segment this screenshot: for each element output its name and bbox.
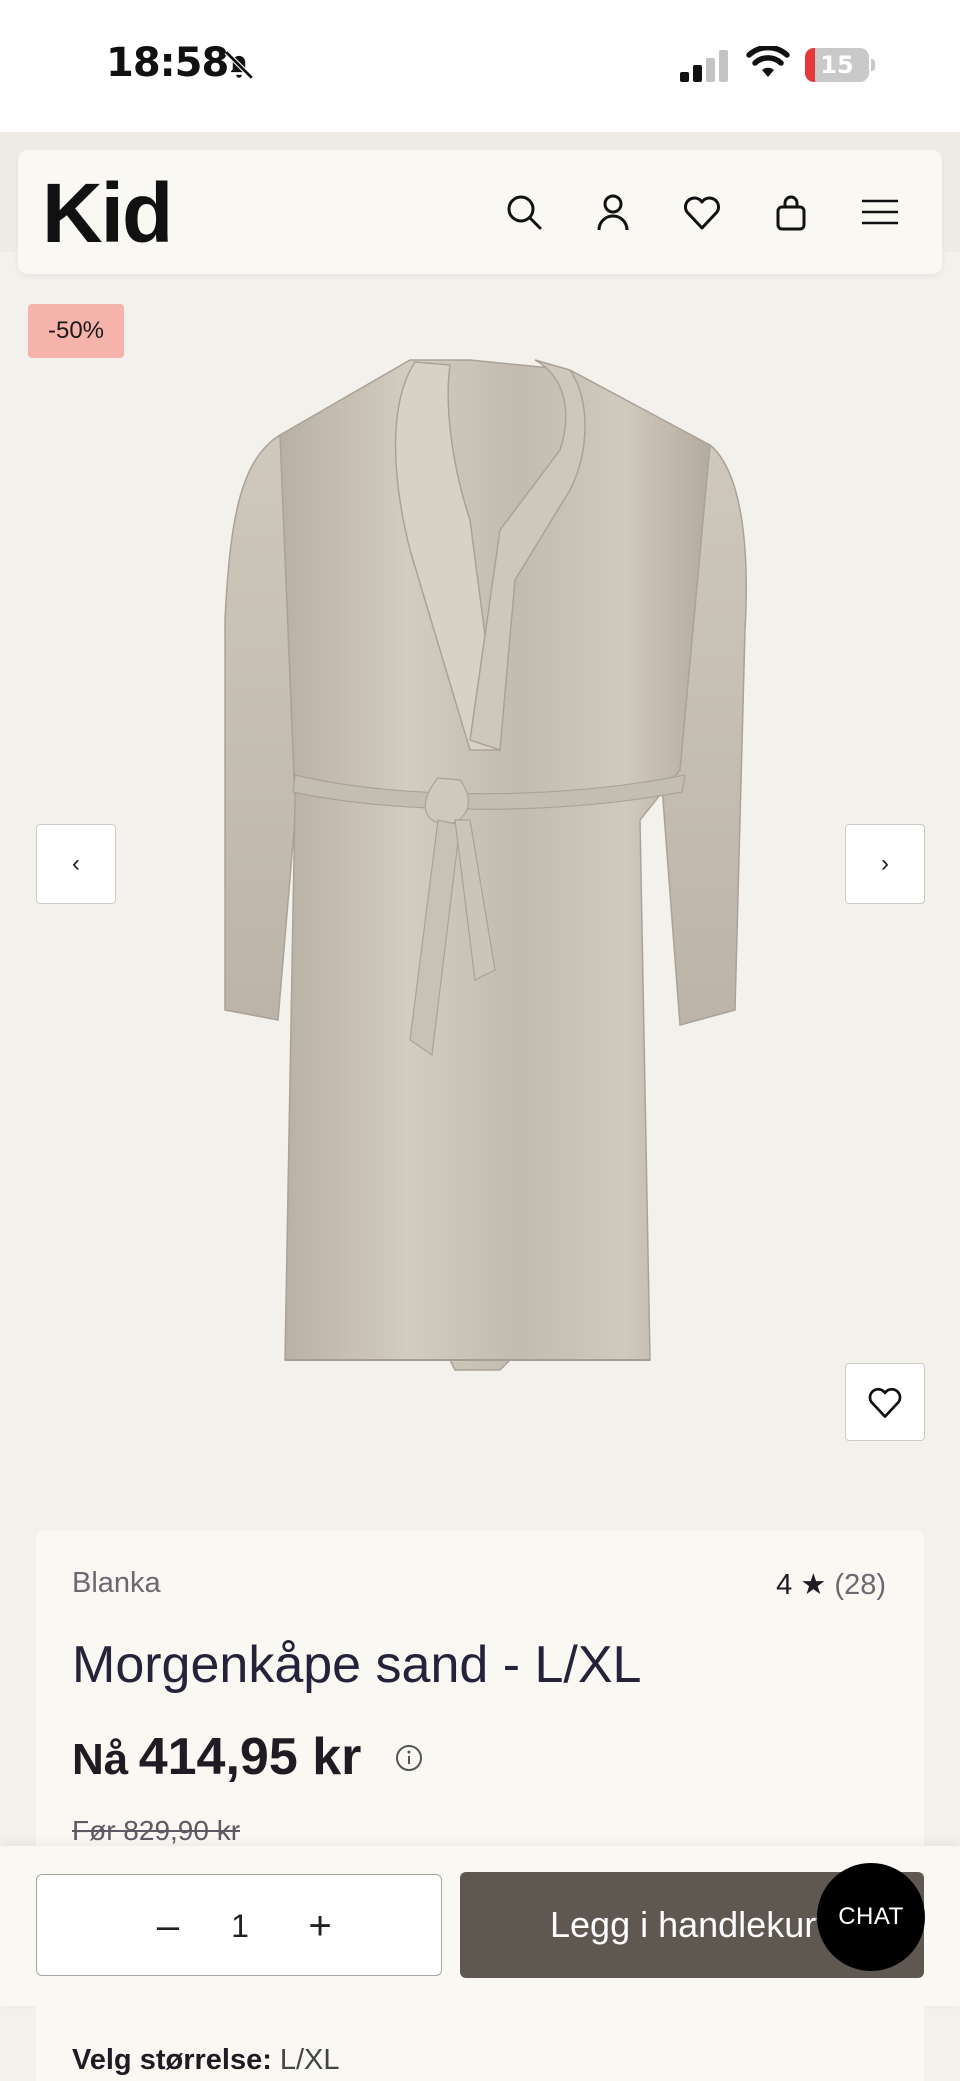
purchase-bar: – 1 + Legg i handlekurv	[0, 1846, 960, 2006]
info-icon[interactable]	[394, 1743, 424, 1773]
product-rating[interactable]: 4 ★ (28)	[776, 1567, 886, 1602]
size-selector[interactable]: Velg størrelse: L/XL	[36, 2006, 924, 2081]
price-row: Nå 414,95 kr	[72, 1727, 361, 1787]
product-title: Morgenkåpe sand - L/XL	[72, 1636, 642, 1694]
rating-value: 4 ★	[776, 1569, 827, 1601]
quantity-value[interactable]: 1	[220, 1901, 260, 1951]
cell-signal-icon	[680, 50, 728, 82]
battery-charging-icon: 15	[805, 48, 875, 82]
heart-icon	[868, 1387, 902, 1418]
site-logo[interactable]: Kid	[42, 168, 173, 258]
size-label-row: Velg størrelse: L/XL	[72, 2044, 340, 2077]
status-time: 18:58	[106, 40, 229, 86]
cart-icon[interactable]	[769, 190, 813, 234]
chat-button[interactable]: CHAT	[817, 1863, 925, 1971]
rating-count: (28)	[834, 1569, 886, 1601]
wifi-icon	[746, 46, 790, 77]
quantity-stepper: – 1 +	[36, 1874, 442, 1976]
gallery-prev-button[interactable]: ‹	[36, 824, 116, 904]
menu-icon[interactable]	[858, 190, 902, 234]
search-icon[interactable]	[502, 190, 546, 234]
old-price: Før 829,90 kr	[72, 1815, 241, 1846]
discount-badge: -50%	[28, 304, 124, 358]
site-header: Kid	[18, 150, 942, 274]
add-to-wishlist-button[interactable]	[845, 1363, 925, 1441]
quantity-decrease-button[interactable]: –	[143, 1901, 193, 1951]
size-label: Velg størrelse:	[72, 2044, 272, 2076]
bell-off-icon	[224, 50, 254, 80]
current-price: 414,95 kr	[138, 1728, 362, 1786]
status-bar: 18:58 15	[0, 0, 960, 132]
wishlist-icon[interactable]	[680, 190, 724, 234]
price-prefix: Nå	[72, 1735, 129, 1784]
product-brand[interactable]: Blanka	[72, 1567, 161, 1600]
robe-product-image	[224, 359, 747, 1371]
account-icon[interactable]	[591, 190, 635, 234]
quantity-increase-button[interactable]: +	[295, 1901, 345, 1951]
battery-percent: 15	[820, 51, 854, 79]
selected-size: L/XL	[279, 2044, 340, 2076]
gallery-next-button[interactable]: ›	[845, 824, 925, 904]
